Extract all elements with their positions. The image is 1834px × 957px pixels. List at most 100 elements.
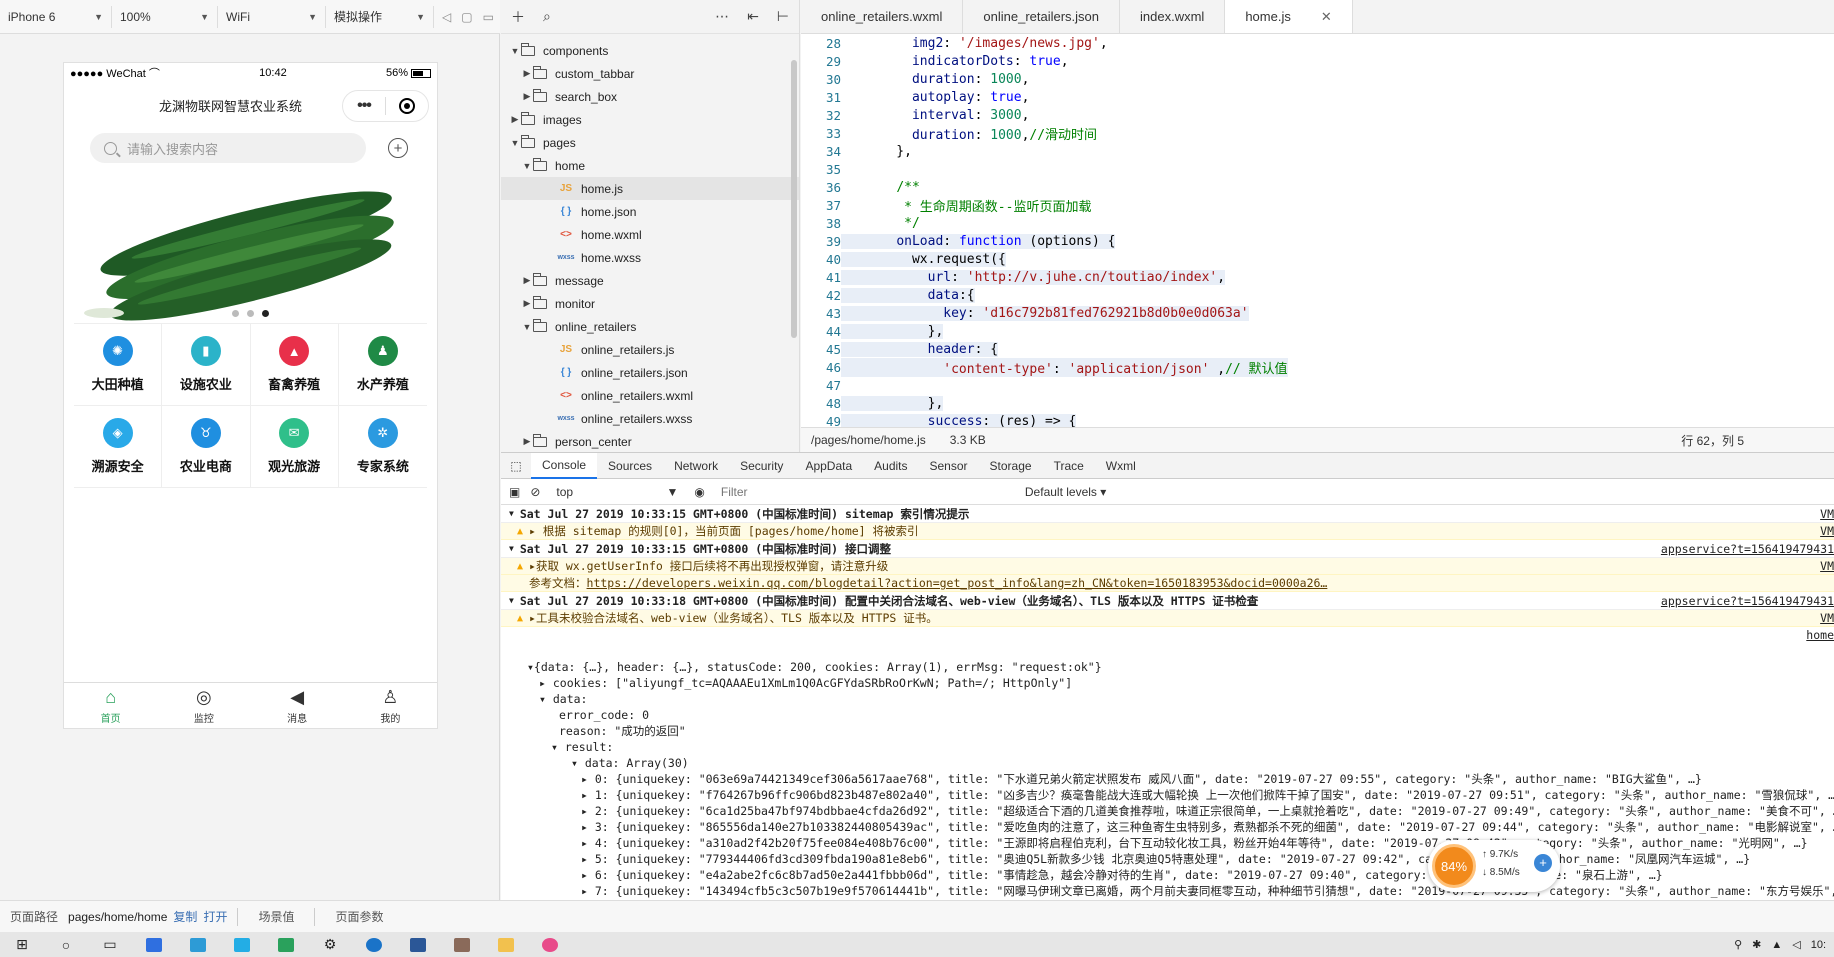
inspect-icon[interactable]: ⬚: [501, 453, 531, 479]
explorer-scrollbar[interactable]: [791, 60, 797, 338]
add-button[interactable]: +: [388, 138, 408, 158]
tab-item[interactable]: ♙ 我的: [344, 683, 437, 728]
clear-console-icon[interactable]: ⊘: [530, 485, 540, 499]
devtools-tab[interactable]: Network: [663, 453, 729, 479]
tree-folder[interactable]: ▼ home: [501, 154, 799, 177]
tree-folder[interactable]: ▼ components: [501, 39, 799, 62]
baidu-icon[interactable]: [132, 932, 176, 957]
bug-icon[interactable]: ✱: [1752, 938, 1761, 951]
editor-tab[interactable]: home.js ✕: [1225, 0, 1353, 33]
user-photo-icon[interactable]: [440, 932, 484, 957]
devtools-tab[interactable]: Sensor: [919, 453, 979, 479]
network-speed-widget[interactable]: 84% ↑ 9.7K/s ↓ 8.5M/s +: [1428, 840, 1560, 892]
devtools-tab[interactable]: Wxml: [1095, 453, 1147, 479]
array-item[interactable]: ▸ 7: {uniquekey: "143494cfb5c3c507b19e9f…: [501, 883, 1834, 899]
bilibili-icon[interactable]: [220, 932, 264, 957]
grid-item[interactable]: ♉ 农业电商: [162, 406, 251, 488]
more-icon[interactable]: ⋯: [715, 8, 729, 25]
object-property[interactable]: ▸ cookies: ["aliyungf_tc=AQAAAEu1XmLm1Q0…: [501, 675, 1834, 691]
devtools-tab[interactable]: Storage: [979, 453, 1043, 479]
add-file-icon[interactable]: ＋: [511, 7, 525, 27]
open-link[interactable]: 打开: [203, 908, 227, 925]
filter-input[interactable]: [714, 481, 1015, 502]
task-view-icon[interactable]: ▭: [88, 932, 132, 957]
tree-file[interactable]: <> online_retailers.wxml: [501, 384, 799, 407]
tree-folder[interactable]: ▶ search_box: [501, 85, 799, 108]
device-select[interactable]: iPhone 6 ▼: [0, 5, 112, 28]
grid-item[interactable]: ◈ 溯源安全: [74, 406, 163, 488]
zoom-select[interactable]: 100% ▼: [112, 5, 218, 28]
mode-select[interactable]: 模拟操作 ▼: [326, 5, 434, 28]
grid-item[interactable]: ♟ 水产养殖: [338, 324, 427, 406]
copy-link[interactable]: 复制: [173, 908, 197, 925]
tab-item[interactable]: ◀ 消息: [251, 683, 344, 728]
source-link[interactable]: VM: [1820, 559, 1834, 573]
tree-folder[interactable]: ▼ pages: [501, 131, 799, 154]
windows-start-icon[interactable]: ⊞: [0, 932, 44, 957]
devtools-app-icon[interactable]: [264, 932, 308, 957]
array-item[interactable]: ▸ 2: {uniquekey: "6ca1d25ba47bf974bdbbae…: [501, 803, 1834, 819]
editor-tab[interactable]: online_retailers.wxml: [801, 0, 964, 33]
search-icon[interactable]: ○: [44, 932, 88, 957]
console-group[interactable]: ▼ Sat Jul 27 2019 10:33:18 GMT+0800 (中国标准…: [501, 592, 1834, 610]
banner-swiper[interactable]: [64, 173, 437, 323]
folder-icon[interactable]: [484, 932, 528, 957]
search-input[interactable]: 请输入搜索内容: [90, 133, 366, 163]
scene-value-button[interactable]: 场景值: [248, 908, 304, 925]
array-item[interactable]: ▸ 5: {uniquekey: "779344406fd3cd309fbda1…: [501, 851, 1834, 867]
array-item[interactable]: ▸ 3: {uniquekey: "865556da140e27b1033824…: [501, 819, 1834, 835]
devtools-tab[interactable]: Security: [729, 453, 794, 479]
indicator-dot[interactable]: [247, 310, 254, 317]
paint-icon[interactable]: [528, 932, 572, 957]
context-select[interactable]: top ▼: [550, 485, 684, 499]
tree-file[interactable]: wxss home.wxss: [501, 246, 799, 269]
alert-icon[interactable]: ▲: [1771, 939, 1782, 951]
code-area[interactable]: 28 img2: '/images/news.jpg', 29 indicator…: [801, 34, 1834, 427]
network-icon[interactable]: ⚲: [1734, 938, 1742, 951]
clock[interactable]: 10:: [1811, 939, 1826, 951]
console-warning[interactable]: ▲ ▸ 根据 sitemap 的规则[0]，当前页面 [pages/home/ho…: [501, 523, 1834, 540]
tree-file[interactable]: wxss online_retailers.wxss: [501, 407, 799, 430]
split-icon[interactable]: ⊢: [777, 8, 789, 25]
indicator-dot[interactable]: [232, 310, 239, 317]
tree-folder[interactable]: ▶ message: [501, 269, 799, 292]
tree-file[interactable]: { } online_retailers.json: [501, 361, 799, 384]
console-warning[interactable]: ▲ ▸工具未校验合法域名、web-view（业务域名）、TLS 版本以及 HTTP…: [501, 610, 1834, 627]
grid-item[interactable]: ▲ 畜禽养殖: [250, 324, 339, 406]
array-item[interactable]: ▸ 1: {uniquekey: "f764267b96ffc906bd823b…: [501, 787, 1834, 803]
source-link[interactable]: appservice?t=156419479431: [1661, 542, 1834, 556]
source-link[interactable]: home: [1806, 628, 1834, 642]
tree-folder[interactable]: ▶ images: [501, 108, 799, 131]
eye-icon[interactable]: ◉: [694, 485, 704, 499]
tree-file[interactable]: { } home.json: [501, 200, 799, 223]
close-icon[interactable]: ✕: [1321, 9, 1332, 25]
indicator-dot-active[interactable]: [262, 310, 269, 317]
array-item[interactable]: ▸ 0: {uniquekey: "063e69a74421349cef306a…: [501, 771, 1834, 787]
page-params-button[interactable]: 页面参数: [325, 908, 393, 925]
source-link[interactable]: appservice?t=156419479431: [1661, 594, 1834, 608]
sidebar-toggle-icon[interactable]: ▣: [509, 485, 520, 499]
grid-item[interactable]: ✉ 观光旅游: [250, 406, 339, 488]
array-item[interactable]: ▸ 4: {uniquekey: "a310ad2f42b20f75fee084…: [501, 835, 1834, 851]
console-group[interactable]: ▼ Sat Jul 27 2019 10:33:15 GMT+0800 (中国标准…: [501, 505, 1834, 523]
levels-select[interactable]: Default levels ▾: [1025, 485, 1106, 499]
console-warning[interactable]: 参考文档： https://developers.weixin.qq.com/bl…: [501, 575, 1834, 592]
object-property[interactable]: ▾ data:: [501, 691, 1834, 707]
tree-file[interactable]: JS home.js: [501, 177, 799, 200]
translate-icon[interactable]: [176, 932, 220, 957]
object-property[interactable]: ▾ result:: [501, 739, 1834, 755]
tree-file[interactable]: <> home.wxml: [501, 223, 799, 246]
object-property[interactable]: ▾ data: Array(30): [501, 755, 1834, 771]
tree-folder[interactable]: ▶ person_center: [501, 430, 799, 453]
tree-folder[interactable]: ▼ online_retailers: [501, 315, 799, 338]
source-link[interactable]: VM: [1820, 524, 1834, 538]
devtools-tab[interactable]: Trace: [1043, 453, 1095, 479]
volume-icon[interactable]: ◁: [1792, 938, 1800, 951]
plus-icon[interactable]: +: [1534, 854, 1552, 872]
rotate-icon[interactable]: ▢: [461, 10, 472, 24]
search-icon[interactable]: ⌕: [543, 8, 551, 25]
response-object[interactable]: ▾{data: {…}, header: {…}, statusCode: 20…: [501, 659, 1834, 675]
editor-tab[interactable]: online_retailers.json: [963, 0, 1121, 33]
tree-folder[interactable]: ▶ custom_tabbar: [501, 62, 799, 85]
tree-folder[interactable]: ▶ monitor: [501, 292, 799, 315]
